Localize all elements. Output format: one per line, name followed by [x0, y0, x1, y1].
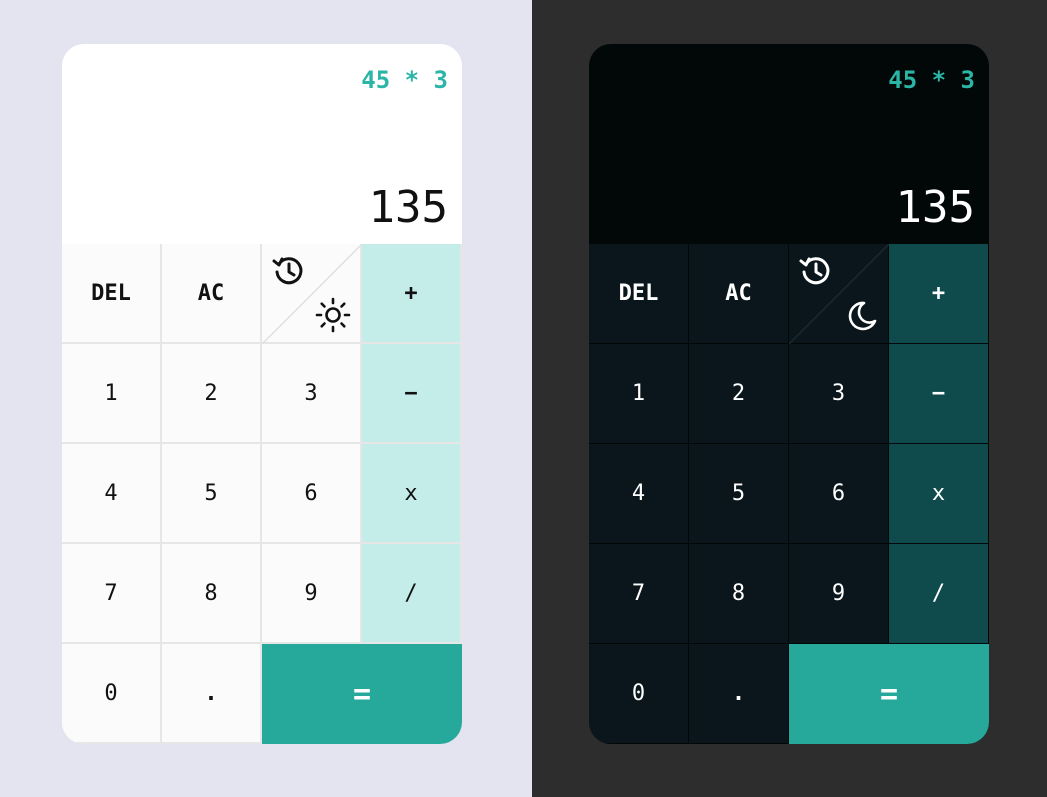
digit-6-button[interactable]: 6 [789, 444, 889, 544]
sun-icon[interactable] [314, 296, 352, 334]
history-icon[interactable] [270, 252, 308, 290]
digit-8-button[interactable]: 8 [162, 544, 262, 644]
divide-button[interactable]: / [889, 544, 989, 644]
digit-8-button[interactable]: 8 [689, 544, 789, 644]
history-icon[interactable] [797, 252, 835, 290]
history-theme-button[interactable] [789, 244, 889, 344]
history-theme-button[interactable] [262, 244, 362, 344]
digit-7-button[interactable]: 7 [589, 544, 689, 644]
expression-display: 45 * 3 [361, 66, 448, 94]
expression-display: 45 * 3 [888, 66, 975, 94]
digit-9-button[interactable]: 9 [262, 544, 362, 644]
result-display: 135 [895, 182, 975, 233]
calculator-dark: 45 * 3 135 DEL AC + 1 2 3 − 4 5 6 x 7 8 … [589, 44, 989, 744]
digit-5-button[interactable]: 5 [162, 444, 262, 544]
all-clear-button[interactable]: AC [162, 244, 262, 344]
all-clear-button[interactable]: AC [689, 244, 789, 344]
divide-button[interactable]: / [362, 544, 462, 644]
plus-button[interactable]: + [362, 244, 462, 344]
digit-2-button[interactable]: 2 [689, 344, 789, 444]
digit-4-button[interactable]: 4 [589, 444, 689, 544]
digit-0-button[interactable]: 0 [62, 644, 162, 744]
keypad: DEL AC + 1 2 3 − 4 5 6 x 7 8 9 / 0 . = [589, 244, 989, 744]
equals-button[interactable]: = [262, 644, 462, 744]
decimal-button[interactable]: . [162, 644, 262, 744]
calculator-light: 45 * 3 135 DEL AC + 1 2 3 − 4 5 6 x 7 8 … [62, 44, 462, 744]
decimal-button[interactable]: . [689, 644, 789, 744]
digit-9-button[interactable]: 9 [789, 544, 889, 644]
delete-button[interactable]: DEL [62, 244, 162, 344]
multiply-button[interactable]: x [362, 444, 462, 544]
digit-6-button[interactable]: 6 [262, 444, 362, 544]
display: 45 * 3 135 [589, 44, 989, 244]
delete-button[interactable]: DEL [589, 244, 689, 344]
display: 45 * 3 135 [62, 44, 462, 244]
digit-5-button[interactable]: 5 [689, 444, 789, 544]
moon-icon[interactable] [842, 297, 880, 335]
digit-1-button[interactable]: 1 [62, 344, 162, 444]
digit-0-button[interactable]: 0 [589, 644, 689, 744]
dark-theme-panel: 45 * 3 135 DEL AC + 1 2 3 − 4 5 6 x 7 8 … [532, 0, 1047, 797]
equals-button[interactable]: = [789, 644, 989, 744]
minus-button[interactable]: − [889, 344, 989, 444]
digit-7-button[interactable]: 7 [62, 544, 162, 644]
plus-button[interactable]: + [889, 244, 989, 344]
digit-3-button[interactable]: 3 [789, 344, 889, 444]
digit-2-button[interactable]: 2 [162, 344, 262, 444]
light-theme-panel: 45 * 3 135 DEL AC + 1 2 3 − 4 5 6 x 7 8 … [0, 0, 532, 797]
digit-1-button[interactable]: 1 [589, 344, 689, 444]
keypad: DEL AC + 1 2 3 − 4 5 6 x 7 8 9 / 0 . = [62, 244, 462, 744]
minus-button[interactable]: − [362, 344, 462, 444]
multiply-button[interactable]: x [889, 444, 989, 544]
digit-3-button[interactable]: 3 [262, 344, 362, 444]
result-display: 135 [368, 182, 448, 233]
digit-4-button[interactable]: 4 [62, 444, 162, 544]
